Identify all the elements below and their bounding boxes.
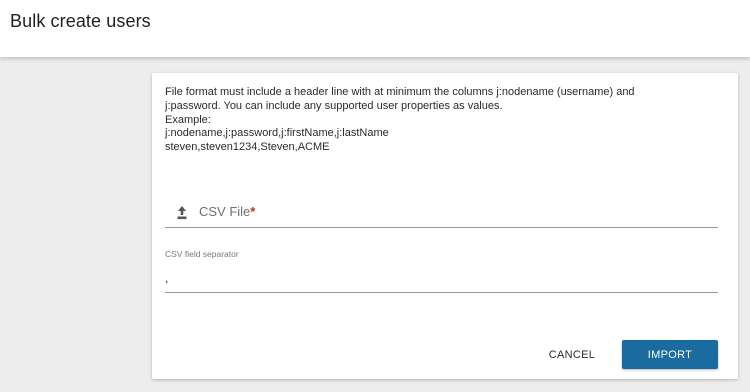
instructions-example-header: j:nodename,j:password,j:firstName,j:last… [165, 127, 389, 140]
csv-file-field[interactable]: CSV File* [165, 200, 718, 228]
instructions-text: File format must include a header line w… [165, 86, 725, 155]
csv-separator-label: CSV field separator [165, 249, 239, 259]
csv-separator-input[interactable] [165, 271, 718, 285]
required-marker: * [250, 204, 256, 219]
import-button[interactable]: IMPORT [622, 340, 718, 369]
bulk-create-form: File format must include a header line w… [152, 73, 738, 379]
page-header: Bulk create users [0, 0, 750, 57]
upload-icon[interactable] [177, 206, 187, 220]
cancel-button[interactable]: CANCEL [534, 341, 610, 368]
instructions-line: File format must include a header line w… [165, 86, 635, 98]
instructions-line: Example: [165, 113, 211, 126]
page-title: Bulk create users [10, 11, 151, 31]
instructions-line: j:password. You can include any supporte… [165, 99, 503, 112]
instructions-example-row: steven,steven1234,Steven,ACME [165, 141, 330, 154]
csv-file-label: CSV File* [199, 204, 255, 219]
csv-file-label-text: CSV File [199, 204, 251, 219]
csv-separator-field: CSV field separator [165, 249, 718, 293]
